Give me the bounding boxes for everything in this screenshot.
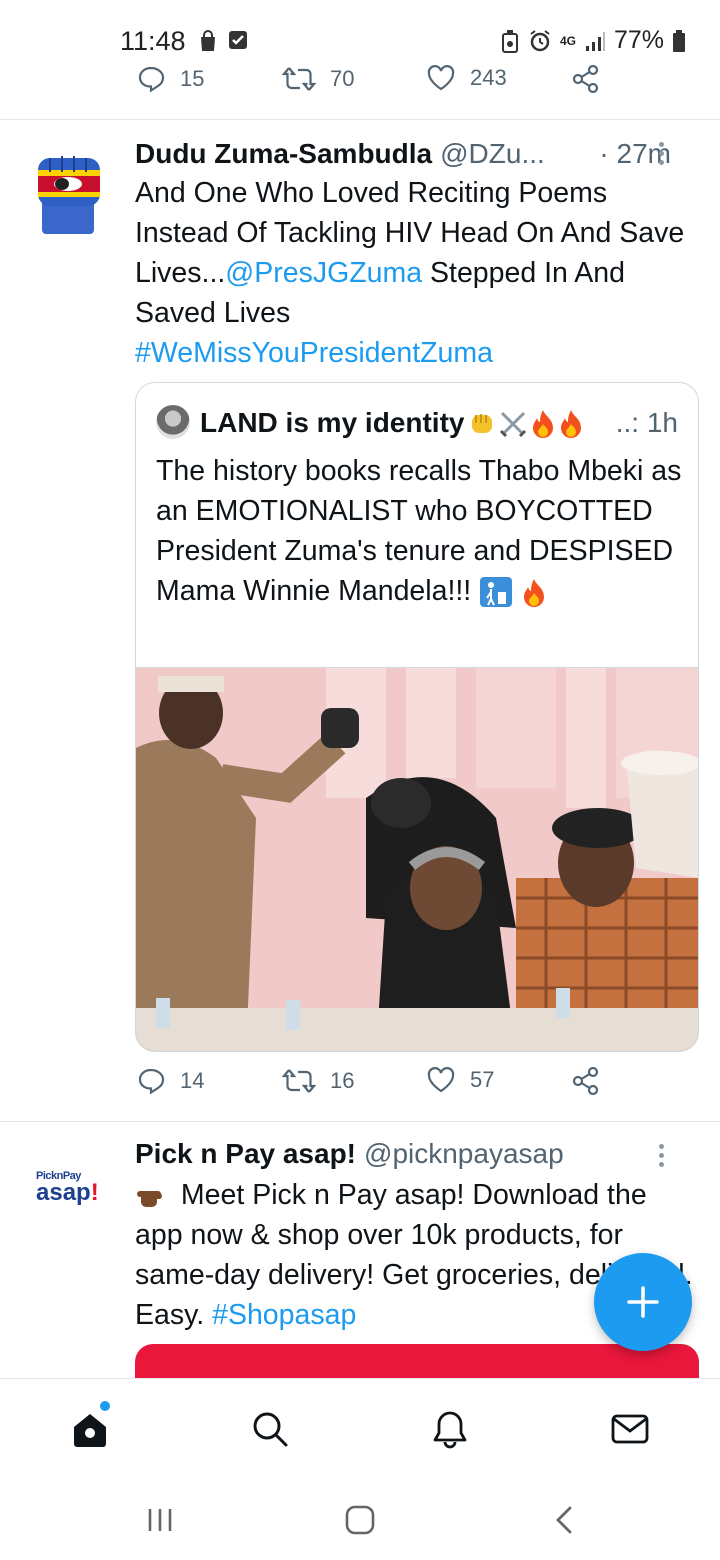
bag-icon: [201, 30, 215, 51]
recent-apps-icon: [148, 1509, 172, 1531]
quote-author-name: LAND is my identity: [200, 407, 465, 438]
back-button[interactable]: [544, 1502, 584, 1538]
author-handle[interactable]: @DZu...: [440, 138, 545, 170]
quote-name-emojis: [468, 408, 584, 438]
quote-photo[interactable]: [136, 667, 698, 1051]
tweet-text: And One Who Loved Reciting Poems Instead…: [135, 173, 695, 373]
status-right: 4G 77%: [500, 26, 686, 55]
prev-tweet-actions: 15 70 243: [0, 64, 720, 104]
notifications-icon: [433, 1411, 467, 1449]
plus-icon: [627, 1286, 659, 1318]
ad-avatar-excl: !: [90, 1179, 99, 1206]
home-icon: [74, 1414, 106, 1447]
nav-notifications[interactable]: [428, 1407, 472, 1451]
user-avatar[interactable]: [34, 152, 106, 238]
nav-search[interactable]: [248, 1407, 292, 1451]
quote-time: ..: 1h: [615, 407, 678, 438]
system-nav: [0, 1478, 720, 1560]
signal-icon: [585, 31, 605, 51]
bottom-nav: [0, 1378, 720, 1478]
quoted-tweet-card[interactable]: LAND is my identity ..: 1h The history b…: [135, 382, 699, 1052]
retweet-icon: [282, 67, 316, 91]
crossed-swords-icon: [500, 411, 527, 437]
status-time: 11:48: [120, 26, 186, 56]
quote-header: LAND is my identity ..: 1h: [200, 403, 690, 443]
litter-bin-icon: [480, 577, 513, 608]
ad-avatar-logo-text: asap!: [36, 1179, 106, 1206]
nav-messages[interactable]: [608, 1407, 652, 1451]
tweet-actions: 14 16 57: [0, 1066, 720, 1106]
reply-icon: [138, 1068, 165, 1095]
ad-author-handle[interactable]: @picknpayasap: [364, 1138, 564, 1170]
share-icon: [572, 1066, 599, 1096]
hashtag-link[interactable]: #WeMissYouPresidentZuma: [135, 337, 493, 369]
reply-button[interactable]: 14: [136, 1066, 204, 1096]
quote-avatar: [156, 405, 190, 439]
ad-author-name[interactable]: Pick n Pay asap!: [135, 1138, 356, 1170]
heart-icon: [427, 1067, 455, 1093]
like-count: 243: [470, 65, 507, 90]
ad-avatar[interactable]: PicknPay asap!: [36, 1170, 106, 1210]
search-icon: [253, 1412, 288, 1447]
retweet-count: 70: [330, 66, 355, 91]
share-button[interactable]: [571, 64, 601, 94]
divider: [0, 1121, 720, 1122]
quote-text-body: The history books recalls Thabo Mbeki as…: [156, 455, 682, 607]
home-square-icon: [345, 1505, 375, 1535]
share-icon: [572, 64, 599, 94]
photo-illustration: [136, 668, 698, 1051]
messages-icon: [611, 1414, 649, 1444]
reply-count: 15: [180, 66, 205, 91]
fire-icon: [524, 579, 545, 608]
share-button[interactable]: [571, 1066, 601, 1096]
mention-link[interactable]: @PresJGZuma: [225, 257, 422, 289]
quote-text: The history books recalls Thabo Mbeki as…: [156, 451, 686, 611]
ad-tweet-header: Pick n Pay asap! @picknpayasap: [135, 1134, 695, 1174]
nav-home[interactable]: [68, 1407, 112, 1451]
retweet-button[interactable]: 70: [282, 64, 354, 94]
like-button[interactable]: 57: [426, 1066, 494, 1094]
status-left-icons: [198, 30, 248, 52]
tweet-header: Dudu Zuma-Sambudla @DZu... · 27m: [135, 134, 695, 174]
divider: [0, 119, 720, 120]
reply-button[interactable]: 15: [136, 64, 204, 94]
alarm-icon: [530, 29, 550, 51]
compose-tweet-button[interactable]: [594, 1253, 692, 1351]
back-icon: [556, 1506, 572, 1534]
like-button[interactable]: 243: [426, 64, 507, 92]
ad-avatar-big-text: asap: [36, 1179, 91, 1206]
lock-battery-icon: [501, 29, 518, 53]
fist-emoji-icon: [472, 414, 493, 433]
home-system-button[interactable]: [340, 1502, 380, 1538]
network-4g-icon: 4G: [559, 33, 576, 48]
battery-icon: [673, 29, 685, 52]
author-name[interactable]: Dudu Zuma-Sambudla: [135, 138, 432, 170]
recent-apps-button[interactable]: [140, 1502, 180, 1538]
battery-percent: 77%: [613, 26, 664, 54]
pointing-hand-icon: [137, 1191, 162, 1208]
status-bar: 11:48 4G 77%: [0, 0, 720, 60]
checkbox-icon: [229, 31, 247, 49]
like-count: 57: [470, 1067, 495, 1092]
reply-icon: [138, 66, 165, 93]
fire-icon: [561, 410, 582, 438]
heart-icon: [427, 65, 455, 91]
retweet-button[interactable]: 16: [282, 1066, 354, 1096]
retweet-icon: [282, 1069, 316, 1093]
retweet-count: 16: [330, 1068, 355, 1093]
reply-count: 14: [180, 1068, 205, 1093]
more-options-icon[interactable]: [659, 1144, 665, 1167]
ad-hashtag-link[interactable]: #Shopasap: [212, 1299, 356, 1331]
more-options-icon[interactable]: [659, 142, 665, 165]
fire-icon: [533, 410, 554, 438]
home-notification-dot: [100, 1401, 110, 1411]
